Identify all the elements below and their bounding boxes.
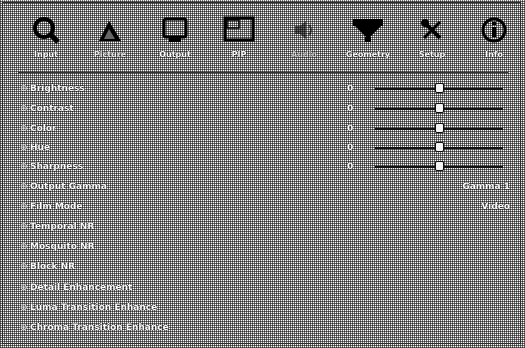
setting-label: Luma Transition Enhance bbox=[30, 303, 158, 313]
tab-setup[interactable]: Setup bbox=[403, 3, 461, 67]
tab-output[interactable]: Output bbox=[146, 3, 204, 67]
setting-brightness[interactable]: ⊕ Brightness 0 bbox=[20, 81, 510, 97]
expand-icon[interactable]: ⊕ bbox=[20, 143, 28, 153]
setting-luma-transition-enhance[interactable]: ⊕ Luma Transition Enhance bbox=[20, 300, 510, 316]
setting-output-gamma[interactable]: ⊕ Output Gamma Gamma 1 bbox=[20, 179, 510, 195]
expand-icon[interactable]: ⊕ bbox=[20, 182, 28, 192]
setting-sharpness[interactable]: ⊕ Sharpness 0 bbox=[20, 159, 510, 175]
setting-label: Color bbox=[30, 124, 57, 134]
setting-label: Chroma Transition Enhance bbox=[30, 323, 169, 333]
expand-icon[interactable]: ⊕ bbox=[20, 323, 28, 333]
tab-picture-label: Picture bbox=[93, 50, 127, 59]
tab-audio-label: Audio bbox=[291, 50, 317, 59]
setting-label: Temporal NR bbox=[30, 222, 95, 232]
setting-contrast[interactable]: ⊕ Contrast 0 bbox=[20, 101, 510, 117]
tab-geometry-label: Geometry bbox=[345, 50, 391, 59]
slider-thumb[interactable] bbox=[435, 123, 444, 133]
tab-input[interactable]: Input bbox=[17, 3, 75, 67]
slider-thumb[interactable] bbox=[435, 161, 444, 171]
toolbar: Input Picture Output PIP Audio Geometry … bbox=[3, 3, 522, 67]
tab-pip[interactable]: PIP bbox=[210, 3, 268, 67]
expand-icon[interactable]: ⊕ bbox=[20, 104, 28, 114]
setting-value: 0 bbox=[347, 143, 354, 153]
brightness-slider[interactable] bbox=[375, 83, 503, 93]
setting-color[interactable]: ⊕ Color 0 bbox=[20, 121, 510, 137]
setting-label: Brightness bbox=[30, 84, 85, 94]
setting-label: Detail Enhancement bbox=[30, 283, 133, 293]
triangle-icon bbox=[93, 13, 127, 47]
expand-icon[interactable]: ⊕ bbox=[20, 283, 28, 293]
tab-input-label: Input bbox=[34, 50, 58, 59]
tab-geometry[interactable]: Geometry bbox=[339, 3, 397, 67]
setting-value: 0 bbox=[347, 162, 354, 172]
setting-label: Output Gamma bbox=[30, 182, 107, 192]
hue-slider[interactable] bbox=[375, 142, 503, 152]
tab-info-label: Info bbox=[485, 50, 503, 59]
tab-setup-label: Setup bbox=[418, 50, 446, 59]
setting-chroma-transition-enhance[interactable]: ⊕ Chroma Transition Enhance bbox=[20, 320, 510, 336]
slider-thumb[interactable] bbox=[435, 142, 444, 152]
contrast-slider[interactable] bbox=[375, 103, 503, 113]
pip-icon bbox=[222, 13, 256, 47]
setting-label: Sharpness bbox=[30, 162, 84, 172]
expand-icon[interactable]: ⊕ bbox=[20, 124, 28, 134]
slider-thumb[interactable] bbox=[435, 83, 444, 93]
gamma-value[interactable]: Gamma 1 bbox=[462, 182, 510, 192]
setting-value: 0 bbox=[347, 104, 354, 114]
speaker-icon bbox=[287, 13, 321, 47]
toolbar-divider bbox=[18, 72, 508, 73]
magnifier-icon bbox=[29, 13, 63, 47]
sharpness-slider[interactable] bbox=[375, 161, 503, 171]
expand-icon[interactable]: ⊕ bbox=[20, 202, 28, 212]
color-slider[interactable] bbox=[375, 123, 503, 133]
tab-audio[interactable]: Audio bbox=[275, 3, 333, 67]
tab-info[interactable]: Info bbox=[465, 3, 523, 67]
expand-icon[interactable]: ⊕ bbox=[20, 84, 28, 94]
expand-icon[interactable]: ⊕ bbox=[20, 222, 28, 232]
tab-picture[interactable]: Picture bbox=[81, 3, 139, 67]
film-mode-value[interactable]: Video bbox=[481, 202, 510, 212]
tab-pip-label: PIP bbox=[231, 50, 247, 59]
setting-film-mode[interactable]: ⊕ Film Mode Video bbox=[20, 199, 510, 215]
setting-label: Film Mode bbox=[30, 202, 83, 212]
setting-label: Hue bbox=[30, 143, 51, 153]
setting-value: 0 bbox=[347, 124, 354, 134]
setting-label: Block NR bbox=[30, 262, 76, 272]
setting-block-nr[interactable]: ⊕ Block NR bbox=[20, 259, 510, 275]
setting-detail-enhancement[interactable]: ⊕ Detail Enhancement bbox=[20, 280, 510, 296]
setting-temporal-nr[interactable]: ⊕ Temporal NR bbox=[20, 219, 510, 235]
expand-icon[interactable]: ⊕ bbox=[20, 242, 28, 252]
setting-value: 0 bbox=[347, 84, 354, 94]
monitor-icon bbox=[158, 13, 192, 47]
tools-icon bbox=[415, 13, 449, 47]
expand-icon[interactable]: ⊕ bbox=[20, 303, 28, 313]
slider-thumb[interactable] bbox=[435, 103, 444, 113]
setting-label: Contrast bbox=[30, 104, 74, 114]
setting-label: Mosquito NR bbox=[30, 242, 95, 252]
funnel-icon bbox=[351, 13, 385, 47]
setting-hue[interactable]: ⊕ Hue 0 bbox=[20, 140, 510, 156]
setting-mosquito-nr[interactable]: ⊕ Mosquito NR bbox=[20, 239, 510, 255]
expand-icon[interactable]: ⊕ bbox=[20, 262, 28, 272]
expand-icon[interactable]: ⊕ bbox=[20, 162, 28, 172]
info-icon bbox=[477, 13, 511, 47]
tab-output-label: Output bbox=[159, 50, 191, 59]
